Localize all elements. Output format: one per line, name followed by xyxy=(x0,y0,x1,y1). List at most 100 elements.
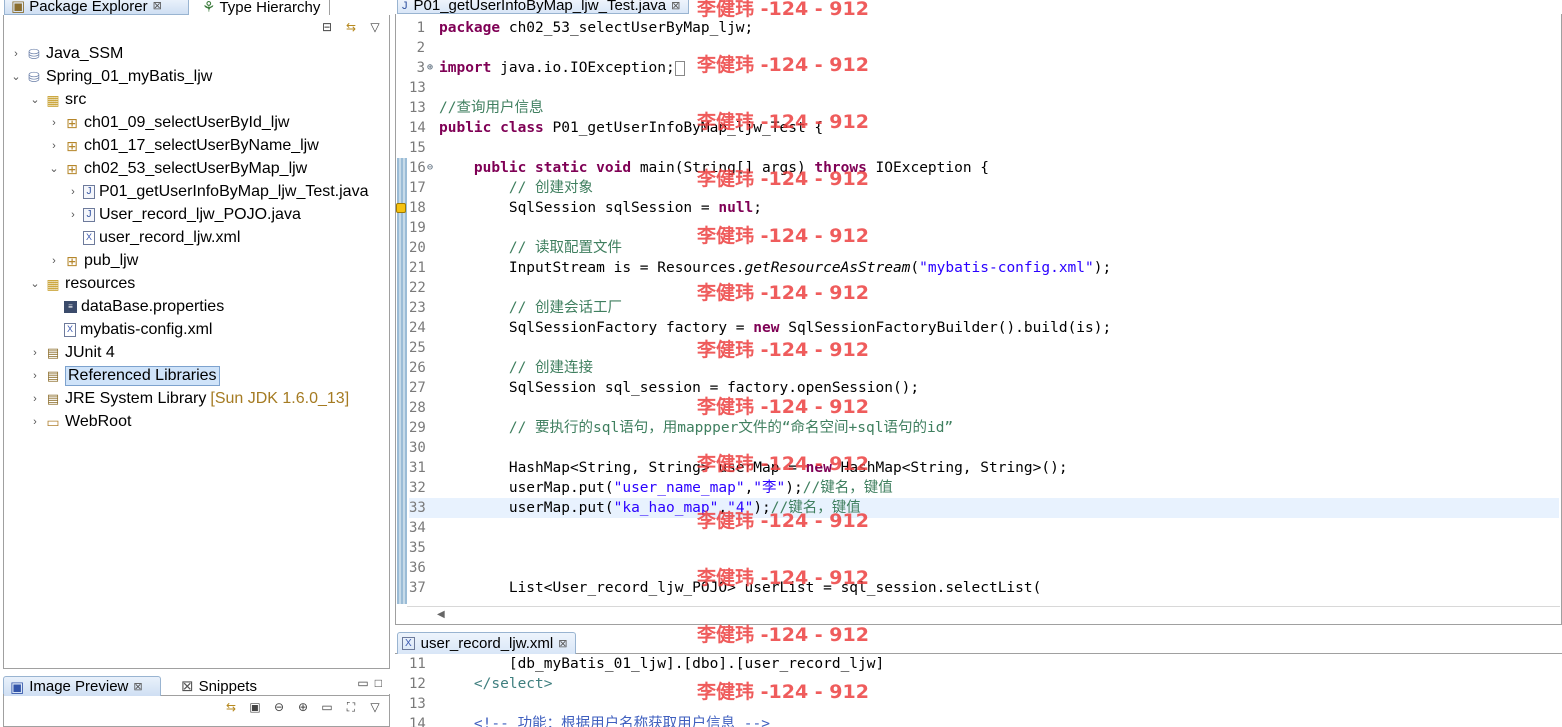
tree-item-src[interactable]: ⌄ ▦ src xyxy=(8,88,383,111)
expand-arrow-icon[interactable]: › xyxy=(46,117,62,129)
tree-item-webroot[interactable]: › ▭ WebRoot xyxy=(8,410,383,433)
tab-image-preview[interactable]: ▣ Image Preview ⊠ xyxy=(3,676,161,696)
link-icon[interactable]: ⇆ xyxy=(223,700,239,714)
zoom-out-icon[interactable]: ⊖ xyxy=(271,700,287,714)
code-line[interactable]: 14 public class P01_getUserInfoByMap_ljw_… xyxy=(409,118,1559,138)
collapse-arrow-icon[interactable]: ⌄ xyxy=(46,162,62,175)
tree-item-package-ch01-17[interactable]: › ⊞ ch01_17_selectUserByName_ljw xyxy=(8,134,383,157)
tab-type-hierarchy[interactable]: ⚘ Type Hierarchy xyxy=(196,0,330,15)
close-icon[interactable]: ⊠ xyxy=(153,0,162,14)
xml-code-area[interactable]: 11 [db_myBatis_01_ljw].[dbo].[user_recor… xyxy=(409,654,1559,727)
line-number: 31 xyxy=(409,460,426,476)
collapse-arrow-icon[interactable]: ⌄ xyxy=(27,93,43,106)
scroll-left-icon[interactable]: ◀ xyxy=(437,609,445,620)
xml-file-icon: X xyxy=(402,637,415,650)
tree-item-test-java[interactable]: › J P01_getUserInfoByMap_ljw_Test.java xyxy=(8,180,383,203)
package-explorer-tabbar: ▣ Package Explorer ⊠ ⚘ Type Hierarchy xyxy=(0,0,393,15)
expand-fold-icon[interactable]: ⊕ xyxy=(427,58,433,78)
tab-package-explorer[interactable]: ▣ Package Explorer ⊠ xyxy=(4,0,189,15)
expand-arrow-icon[interactable]: › xyxy=(46,255,62,267)
code-line[interactable]: 14 <!-- 功能：根据用户名称获取用户信息 --> xyxy=(409,714,1559,727)
code-line[interactable]: 20 // 读取配置文件 xyxy=(409,238,1559,258)
line-number: 3 xyxy=(416,60,425,76)
tree-item-pojo-java[interactable]: › J User_record_ljw_POJO.java xyxy=(8,203,383,226)
code-line[interactable]: 17 // 创建对象 xyxy=(409,178,1559,198)
code-line[interactable]: 19 xyxy=(409,218,1559,238)
editor-tab-test-java[interactable]: J P01_getUserInfoByMap_ljw_Test.java ⊠ xyxy=(397,0,690,14)
close-icon[interactable]: ⊠ xyxy=(133,680,142,693)
tree-item-package-pub-ljw[interactable]: › ⊞ pub_ljw xyxy=(8,249,383,272)
code-line[interactable]: 34 xyxy=(409,518,1559,538)
code-line[interactable]: ⊖ 16 public static void main(String[] arg… xyxy=(409,158,1559,178)
tree-item-mybatis-config[interactable]: X mybatis-config.xml xyxy=(8,318,383,341)
expand-arrow-icon[interactable]: › xyxy=(27,370,43,382)
code-line[interactable]: 28 xyxy=(409,398,1559,418)
tree-item-package-ch02-53[interactable]: ⌄ ⊞ ch02_53_selectUserByMap_ljw xyxy=(8,157,383,180)
editor-tab-user-record-xml[interactable]: X user_record_ljw.xml ⊠ xyxy=(397,632,577,654)
fullscreen-icon[interactable]: ⛶ xyxy=(343,700,359,714)
tree-item-spring-project[interactable]: ⌄ ⛁ Spring_01_myBatis_ljw xyxy=(8,65,383,88)
expand-arrow-icon[interactable]: › xyxy=(27,393,43,405)
code-line[interactable]: 36 xyxy=(409,558,1559,578)
expand-arrow-icon[interactable]: › xyxy=(65,186,81,198)
expand-arrow-icon[interactable]: › xyxy=(27,416,43,428)
horizontal-scrollbar[interactable]: ◀ xyxy=(407,606,1560,623)
code-line[interactable]: 13 xyxy=(409,78,1559,98)
view-window-controls: ▭ □ xyxy=(357,676,382,690)
code-line[interactable]: 22 xyxy=(409,278,1559,298)
expand-arrow-icon[interactable]: › xyxy=(46,140,62,152)
code-line[interactable]: 23 // 创建会话工厂 xyxy=(409,298,1559,318)
code-line[interactable]: 31 HashMap<String, String> userMap = new… xyxy=(409,458,1559,478)
code-line[interactable]: ⊕ 3 import java.io.IOException; xyxy=(409,58,1559,78)
code-line[interactable]: 18 SqlSession sqlSession = null; xyxy=(396,198,1559,218)
collapse-arrow-icon[interactable]: ⌄ xyxy=(27,277,43,290)
tree-item-referenced-libraries[interactable]: › ▤ Referenced Libraries xyxy=(8,364,383,387)
tree-item-jre-system-library[interactable]: › ▤ JRE System Library [Sun JDK 1.6.0_13… xyxy=(8,387,383,410)
expand-arrow-icon[interactable]: › xyxy=(27,347,43,359)
code-line[interactable]: 24 SqlSessionFactory factory = new SqlSe… xyxy=(409,318,1559,338)
zoom-in-icon[interactable]: ⊕ xyxy=(295,700,311,714)
code-line[interactable]: 13 xyxy=(409,694,1559,714)
tab-snippets[interactable]: ⊠ Snippets xyxy=(175,676,267,696)
collapse-arrow-icon[interactable]: ⌄ xyxy=(8,70,24,83)
fit-image-icon[interactable]: ▣ xyxy=(247,700,263,714)
library-icon: ▤ xyxy=(46,368,60,383)
code-line[interactable]: 15 xyxy=(409,138,1559,158)
tree-item-user-record-xml[interactable]: X user_record_ljw.xml xyxy=(8,226,383,249)
code-line[interactable]: 25 xyxy=(409,338,1559,358)
code-line[interactable]: 2 xyxy=(409,38,1559,58)
expand-arrow-icon[interactable]: › xyxy=(8,48,24,60)
code-line[interactable]: 30 xyxy=(409,438,1559,458)
code-line[interactable]: 1 package ch02_53_selectUserByMap_ljw; xyxy=(409,18,1559,38)
code-line[interactable]: 37 List<User_record_ljw_POJO> userList =… xyxy=(409,578,1559,598)
image-preview-tabbar: ▣ Image Preview ⊠ ⊠ Snippets ▭ □ xyxy=(3,674,390,696)
code-line-current[interactable]: 33 userMap.put("ka_hao_map","4");//键名，键值 xyxy=(409,498,1559,518)
view-menu-icon[interactable]: ▽ xyxy=(367,700,383,714)
code-area[interactable]: 1 package ch02_53_selectUserByMap_ljw; 2 … xyxy=(396,18,1559,598)
tree-item-package-ch01-09[interactable]: › ⊞ ch01_09_selectUserById_ljw xyxy=(8,111,383,134)
collapse-fold-icon[interactable]: ⊖ xyxy=(427,158,433,178)
warning-icon[interactable] xyxy=(396,203,406,213)
tree-item-database-properties[interactable]: ≡ dataBase.properties xyxy=(8,295,383,318)
code-line[interactable]: 12 </select> xyxy=(409,674,1559,694)
package-explorer-icon: ▣ xyxy=(11,0,26,15)
code-line[interactable]: 35 xyxy=(409,538,1559,558)
code-line[interactable]: 29 // 要执行的sql语句，用mappper文件的“命名空间+sql语句的i… xyxy=(409,418,1559,438)
code-line[interactable]: 27 SqlSession sql_session = factory.open… xyxy=(409,378,1559,398)
tree-item-junit4[interactable]: › ▤ JUnit 4 xyxy=(8,341,383,364)
tree-item-java-ssm[interactable]: › ⛁ Java_SSM xyxy=(8,42,383,65)
actual-size-icon[interactable]: ▭ xyxy=(319,700,335,714)
close-icon[interactable]: ⊠ xyxy=(558,637,567,650)
image-preview-toolbar: ⇆ ▣ ⊖ ⊕ ▭ ⛶ ▽ xyxy=(223,700,383,714)
tree-item-resources[interactable]: ⌄ ▦ resources xyxy=(8,272,383,295)
maximize-icon[interactable]: □ xyxy=(375,676,382,690)
expand-arrow-icon[interactable]: › xyxy=(65,209,81,221)
code-line[interactable]: 32 userMap.put("user_name_map","李");//键名… xyxy=(409,478,1559,498)
code-line[interactable]: 26 // 创建连接 xyxy=(409,358,1559,378)
minimize-icon[interactable]: ▭ xyxy=(357,676,368,690)
close-icon[interactable]: ⊠ xyxy=(671,0,680,13)
code-line[interactable]: 13//查询用户信息 xyxy=(409,98,1559,118)
code-line[interactable]: 21 InputStream is = Resources.getResourc… xyxy=(409,258,1559,278)
folded-imports-marker[interactable] xyxy=(674,60,685,76)
code-line[interactable]: 11 [db_myBatis_01_ljw].[dbo].[user_recor… xyxy=(409,654,1559,674)
